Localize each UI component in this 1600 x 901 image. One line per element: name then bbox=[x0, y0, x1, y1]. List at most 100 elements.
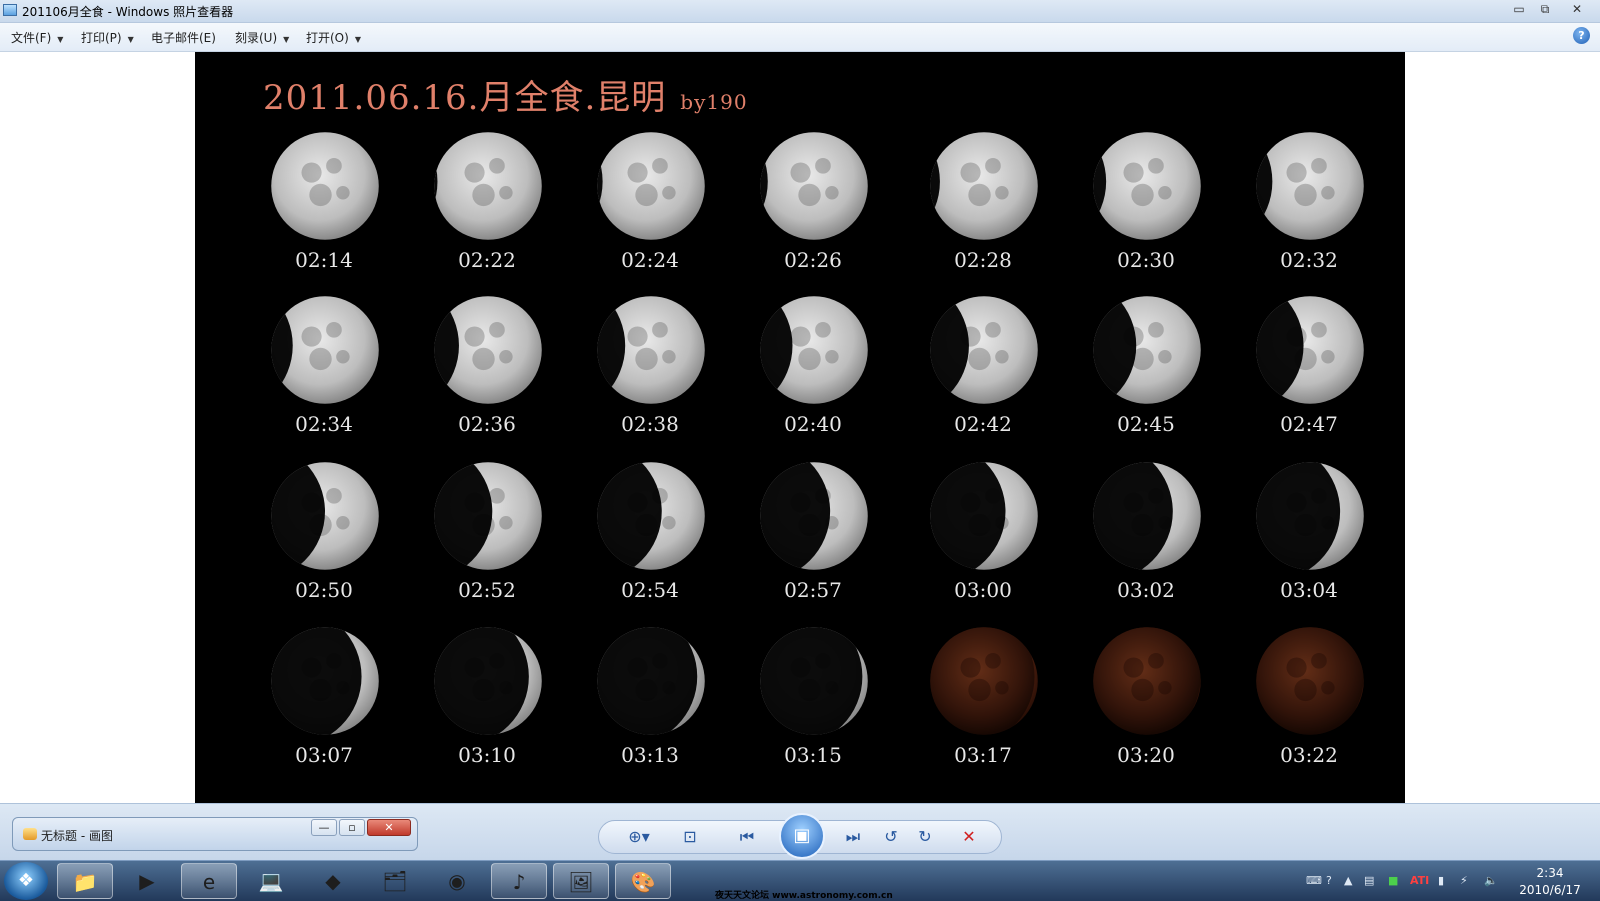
moon-phase-item: 02:24 bbox=[575, 130, 725, 280]
moon-time-label: 02:57 bbox=[784, 578, 842, 602]
keyboard-icon[interactable]: ⌨ bbox=[1306, 874, 1322, 887]
taskbar-app-red-icon[interactable]: ◆ bbox=[305, 863, 361, 899]
moon-maria bbox=[652, 322, 668, 338]
taskbar-folder-2-icon[interactable]: 🗂 bbox=[367, 863, 423, 899]
moon-image bbox=[271, 462, 379, 570]
arrow-up-icon[interactable]: ▲ bbox=[1344, 874, 1352, 887]
moon-maria bbox=[489, 322, 505, 338]
close-button[interactable]: ✕ bbox=[1560, 0, 1594, 18]
moon-time-label: 03:20 bbox=[1117, 743, 1175, 767]
rotate-clockwise-button[interactable]: ↻ bbox=[913, 826, 937, 848]
moon-time-label: 03:13 bbox=[621, 743, 679, 767]
power-icon[interactable]: ⚡ bbox=[1460, 874, 1468, 887]
moon-phase-item: 02:42 bbox=[908, 294, 1058, 444]
earth-shadow bbox=[434, 132, 438, 240]
moon-time-label: 02:40 bbox=[784, 412, 842, 436]
moon-time-label: 03:02 bbox=[1117, 578, 1175, 602]
zoom-button[interactable]: ⊕▾ bbox=[621, 826, 657, 848]
moon-image bbox=[760, 462, 868, 570]
next-button[interactable]: ⏭ bbox=[833, 826, 873, 848]
menu-email[interactable]: 电子邮件(E) bbox=[151, 29, 216, 46]
taskbar-internet-explorer-icon[interactable]: e bbox=[181, 863, 237, 899]
moon-maria bbox=[326, 158, 342, 174]
moon-maria bbox=[825, 350, 839, 364]
moon-maria bbox=[464, 326, 485, 347]
paint-window-title: 无标题 - 画图 bbox=[41, 829, 113, 843]
moon-image bbox=[434, 462, 542, 570]
earth-shadow bbox=[760, 132, 768, 240]
moon-maria bbox=[662, 350, 676, 364]
minimize-button[interactable]: ▭ bbox=[1506, 0, 1532, 18]
moon-maria bbox=[635, 347, 658, 371]
menu-burn[interactable]: 刻录(U) ▼ bbox=[235, 29, 289, 46]
help-tray-icon[interactable]: ? bbox=[1326, 874, 1332, 887]
moon-phase-item: 02:28 bbox=[908, 130, 1058, 280]
rotate-counterclockwise-button[interactable]: ↺ bbox=[879, 826, 903, 848]
moon-maria bbox=[301, 162, 322, 183]
moon-phase-item: 03:04 bbox=[1234, 460, 1384, 610]
moon-phase-item: 03:07 bbox=[249, 625, 399, 775]
photo-title: 2011.06.16.月全食.昆明 by190 bbox=[263, 70, 748, 119]
taskbar-media-orange-icon[interactable]: ◉ bbox=[429, 863, 485, 899]
start-button[interactable]: ❖ bbox=[4, 862, 48, 900]
taskbar-media-player-icon[interactable]: ▶ bbox=[119, 863, 175, 899]
window-title: 201106月全食 - Windows 照片查看器 bbox=[22, 5, 234, 19]
moon-time-label: 03:15 bbox=[784, 743, 842, 767]
network-signal-icon[interactable]: ▮ bbox=[1438, 874, 1444, 887]
moon-time-label: 02:26 bbox=[784, 248, 842, 272]
taskbar-explorer-icon[interactable]: 📁 bbox=[57, 863, 113, 899]
menu-print[interactable]: 打印(P) ▼ bbox=[81, 29, 134, 46]
moon-maria bbox=[499, 350, 513, 364]
moon-maria bbox=[652, 158, 668, 174]
moon-maria bbox=[472, 347, 495, 371]
earth-shadow bbox=[760, 627, 863, 735]
menu-open[interactable]: 打开(O) ▼ bbox=[306, 29, 361, 46]
moon-maria bbox=[968, 183, 991, 207]
taskbar-computer-icon[interactable]: 💻 bbox=[243, 863, 299, 899]
paint-close-button[interactable]: ✕ bbox=[367, 819, 411, 836]
viewer-controls: ⊕▾ ⊡ ⏮ ▣ ⏭ ↺ ↻ ✕ bbox=[598, 813, 1002, 859]
clock-time[interactable]: 2:34 bbox=[1520, 866, 1580, 880]
moon-maria bbox=[1286, 162, 1307, 183]
moon-image bbox=[930, 627, 1038, 735]
title-bar[interactable]: 201106月全食 - Windows 照片查看器 ▭ ⧉ ✕ bbox=[0, 0, 1600, 23]
earth-shadow bbox=[930, 132, 940, 240]
moon-maria bbox=[489, 158, 505, 174]
menu-file[interactable]: 文件(F) ▼ bbox=[11, 29, 63, 46]
clock-date[interactable]: 2010/6/17 bbox=[1508, 883, 1592, 897]
ati-icon[interactable]: ATI bbox=[1410, 874, 1429, 887]
displayed-photo[interactable]: 2011.06.16.月全食.昆明 by190 02:14 02:22 02:24 02… bbox=[195, 52, 1405, 803]
moon-image bbox=[760, 132, 868, 240]
moon-time-label: 02:34 bbox=[295, 412, 353, 436]
moon-time-label: 03:10 bbox=[458, 743, 516, 767]
green-app-icon[interactable]: ■ bbox=[1388, 874, 1398, 887]
taskbar-photo-viewer-icon[interactable]: 🖼 bbox=[553, 863, 609, 899]
slideshow-button[interactable]: ▣ bbox=[779, 813, 825, 859]
moon-phase-item: 03:20 bbox=[1071, 625, 1221, 775]
taskbar-itunes-icon[interactable]: ♪ bbox=[491, 863, 547, 899]
earth-shadow bbox=[930, 627, 1035, 735]
moon-maria bbox=[1321, 186, 1335, 200]
moon-image bbox=[597, 132, 705, 240]
moon-maria bbox=[1158, 186, 1172, 200]
delete-button[interactable]: ✕ bbox=[957, 826, 981, 848]
paint-window-minimized[interactable]: 无标题 - 画图 — ▫ ✕ bbox=[12, 817, 418, 851]
help-icon[interactable]: ? bbox=[1573, 27, 1590, 44]
moon-maria bbox=[1294, 183, 1317, 207]
paint-restore-button[interactable]: ▫ bbox=[339, 819, 365, 836]
actual-size-button[interactable]: ⊡ bbox=[677, 826, 703, 848]
moon-phase-item: 02:45 bbox=[1071, 294, 1221, 444]
speaker-icon[interactable]: 🔈 bbox=[1484, 874, 1498, 887]
moon-maria bbox=[985, 322, 1001, 338]
restore-button[interactable]: ⧉ bbox=[1532, 0, 1558, 18]
moon-maria bbox=[815, 322, 831, 338]
chart-tray-icon[interactable]: ▤ bbox=[1364, 874, 1374, 887]
paint-minimize-button[interactable]: — bbox=[311, 819, 337, 836]
moon-maria bbox=[968, 347, 991, 371]
moon-time-label: 02:24 bbox=[621, 248, 679, 272]
taskbar-paint-icon[interactable]: 🎨 bbox=[615, 863, 671, 899]
previous-button[interactable]: ⏮ bbox=[727, 826, 767, 848]
moon-phase-item: 02:54 bbox=[575, 460, 725, 610]
moon-maria bbox=[825, 186, 839, 200]
moon-time-label: 02:50 bbox=[295, 578, 353, 602]
